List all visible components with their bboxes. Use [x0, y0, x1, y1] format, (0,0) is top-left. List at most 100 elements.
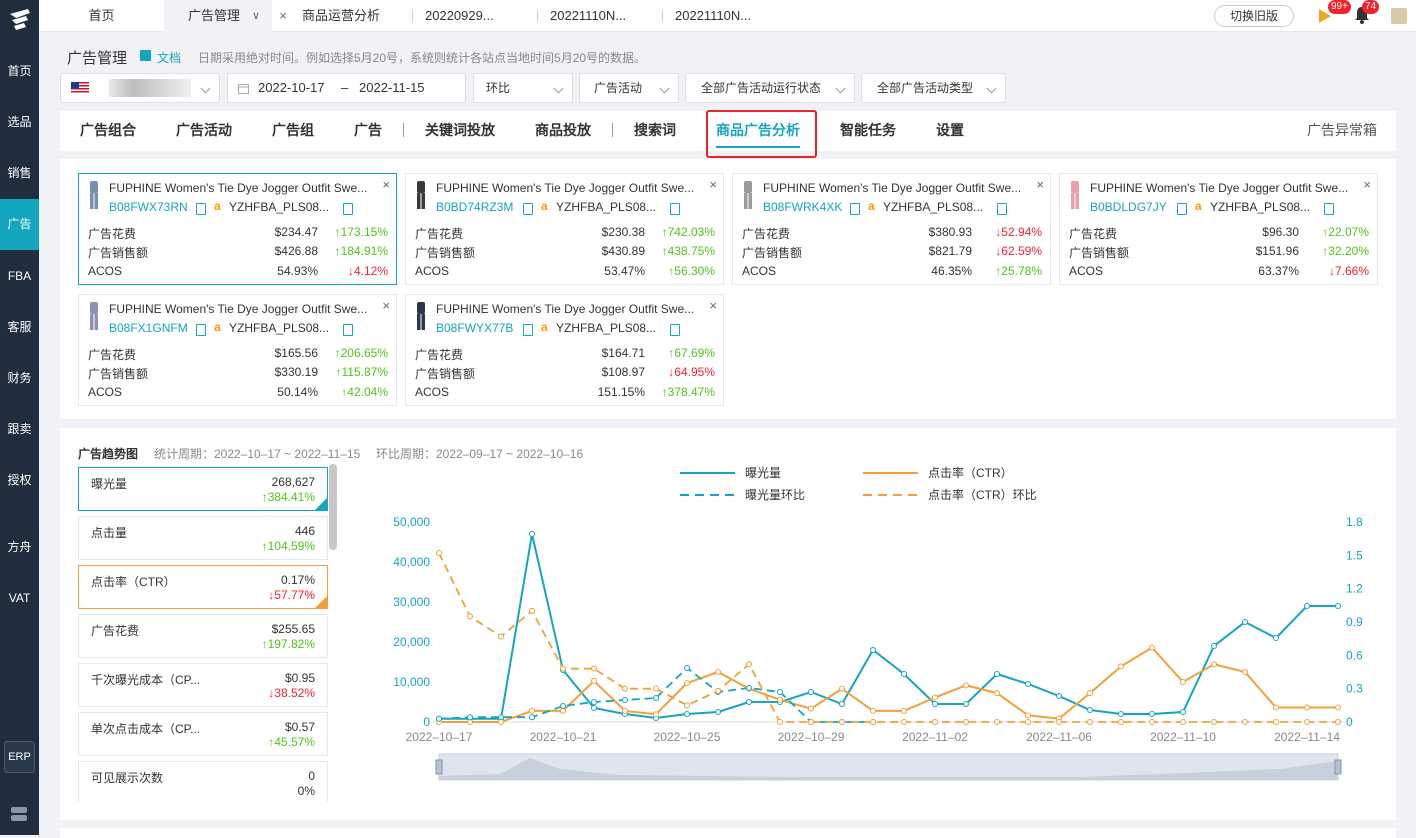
metric-change: ↓4.12%	[347, 264, 388, 278]
close-icon[interactable]: ×	[382, 177, 390, 192]
nav-ad-group[interactable]: 广告组	[272, 111, 314, 151]
metric-list-scrollbar[interactable]	[329, 464, 337, 550]
status-select[interactable]: 全部广告活动运行状态	[685, 73, 855, 103]
date-range-picker[interactable]: 2022-10-17 – 2022-11-15	[227, 73, 466, 103]
sidebar-item-ads[interactable]: 广告	[0, 199, 39, 250]
sidebar-item-sales[interactable]: 销售	[0, 148, 39, 199]
nav-ad[interactable]: 广告	[354, 111, 382, 151]
nav-portfolio[interactable]: 广告组合	[80, 111, 136, 151]
sidebar-item-selection[interactable]: 选品	[0, 97, 39, 148]
product-title[interactable]: FUPHINE Women's Tie Dye Jogger Outfit Sw…	[436, 181, 708, 195]
close-icon[interactable]: ×	[709, 177, 717, 192]
doc-link[interactable]: 文档	[157, 49, 181, 66]
nav-settings[interactable]: 设置	[936, 111, 964, 151]
ad-anomaly-box-link[interactable]: 广告异常箱	[1307, 111, 1377, 151]
sidebar-item-home[interactable]: 首页	[0, 46, 39, 97]
copy-icon[interactable]	[343, 324, 353, 336]
switch-old-version-button[interactable]: 切换旧版	[1214, 5, 1294, 27]
sidebar-item-authorization[interactable]: 授权	[0, 455, 39, 506]
copy-icon[interactable]	[196, 203, 206, 215]
asin-link[interactable]: B08FWX73RN	[109, 200, 188, 214]
sidebar-item-finance[interactable]: 财务	[0, 353, 39, 404]
nav-keyword-targeting[interactable]: 关键词投放	[425, 111, 495, 151]
copy-icon[interactable]	[196, 324, 206, 336]
data-point	[839, 701, 845, 707]
product-title[interactable]: FUPHINE Women's Tie Dye Jogger Outfit Sw…	[109, 181, 381, 195]
nav-smart-tasks[interactable]: 智能任务	[840, 111, 896, 151]
asin-link[interactable]: B08FWRK4XK	[763, 200, 842, 214]
asin-link[interactable]: B0BDLDG7JY	[1090, 200, 1167, 214]
avatar[interactable]	[1391, 8, 1407, 24]
sidebar-item-ark[interactable]: 方舟	[0, 522, 39, 573]
close-icon[interactable]: ×	[272, 0, 294, 32]
tab-report-1[interactable]: 20220929...	[425, 0, 535, 32]
close-icon[interactable]: ×	[1036, 177, 1044, 192]
metric-card[interactable]: 广告花费 $255.65 ↑197.82%	[78, 614, 328, 658]
asin-link[interactable]: B08FX1GNFM	[109, 321, 188, 335]
database-icon[interactable]	[10, 806, 28, 822]
data-point	[746, 685, 752, 691]
x-tick-label: 2022–10–17	[406, 730, 473, 744]
metric-card[interactable]: 千次曝光成本（CP... $0.95 ↓38.52%	[78, 663, 328, 707]
copy-icon[interactable]	[523, 324, 533, 336]
metric-card[interactable]: 点击率（CTR） 0.17% ↓57.77%	[78, 565, 328, 609]
tab-product-analysis[interactable]: 商品运营分析	[302, 0, 412, 32]
copy-icon[interactable]	[670, 203, 680, 215]
copy-icon[interactable]	[1177, 203, 1187, 215]
asin-link[interactable]: B0BD74RZ3M	[436, 200, 513, 214]
chevron-down-icon	[659, 83, 670, 94]
marketplace-select[interactable]	[60, 73, 220, 103]
erp-button[interactable]: ERP	[4, 741, 35, 773]
product-card[interactable]: FUPHINE Women's Tie Dye Jogger Outfit Sw…	[405, 173, 724, 285]
copy-icon[interactable]	[343, 203, 353, 215]
data-point	[684, 711, 690, 717]
nav-search-terms[interactable]: 搜索词	[634, 111, 676, 151]
activity-select[interactable]: 广告活动	[579, 73, 679, 103]
tab-ad-management[interactable]: 广告管理 ∨	[164, 0, 272, 32]
copy-icon[interactable]	[850, 203, 860, 215]
metric-list: 曝光量 268,627 ↑384.41% 点击量 446 ↑104.59% 点击率（CTR）…	[78, 467, 330, 802]
copy-icon[interactable]	[670, 324, 680, 336]
copy-icon[interactable]	[997, 203, 1007, 215]
compare-select[interactable]: 环比	[473, 73, 573, 103]
tab-report-3[interactable]: 20221110N...	[675, 0, 785, 32]
metric-value: $380.93	[928, 225, 972, 239]
product-title[interactable]: FUPHINE Women's Tie Dye Jogger Outfit Sw…	[109, 302, 381, 316]
chevron-down-icon[interactable]: ∨	[252, 0, 260, 32]
copy-icon[interactable]	[1324, 203, 1334, 215]
nav-campaign[interactable]: 广告活动	[176, 111, 232, 151]
product-title[interactable]: FUPHINE Women's Tie Dye Jogger Outfit Sw…	[763, 181, 1035, 195]
nav-product-targeting[interactable]: 商品投放	[535, 111, 591, 151]
sidebar-item-follow-sell[interactable]: 跟卖	[0, 404, 39, 455]
start-date: 2022-10-17	[258, 80, 325, 95]
sidebar-item-fba[interactable]: FBA	[0, 251, 39, 302]
sidebar-item-vat[interactable]: VAT	[0, 573, 39, 624]
product-card[interactable]: FUPHINE Women's Tie Dye Jogger Outfit Sw…	[78, 294, 397, 406]
sidebar-item-service[interactable]: 客服	[0, 302, 39, 353]
us-flag-icon	[71, 82, 89, 94]
product-title[interactable]: FUPHINE Women's Tie Dye Jogger Outfit Sw…	[1090, 181, 1362, 195]
y-right-tick-label: 0.3	[1346, 682, 1363, 696]
tab-home[interactable]: 首页	[39, 0, 164, 32]
metric-card[interactable]: 点击量 446 ↑104.59%	[78, 516, 328, 560]
product-card[interactable]: FUPHINE Women's Tie Dye Jogger Outfit Sw…	[78, 173, 397, 285]
metric-card[interactable]: 可见展示次数 0 0%	[78, 761, 328, 802]
close-icon[interactable]: ×	[709, 298, 717, 313]
data-point	[591, 677, 597, 684]
product-title[interactable]: FUPHINE Women's Tie Dye Jogger Outfit Sw…	[436, 302, 708, 316]
asin-link[interactable]: B08FWYX77B	[436, 321, 513, 335]
product-card[interactable]: FUPHINE Women's Tie Dye Jogger Outfit Sw…	[732, 173, 1051, 285]
data-point	[467, 613, 473, 620]
product-card[interactable]: FUPHINE Women's Tie Dye Jogger Outfit Sw…	[405, 294, 724, 406]
type-select[interactable]: 全部广告活动类型	[861, 73, 1006, 103]
chevron-down-icon	[986, 83, 997, 94]
metric-card[interactable]: 单次点击成本（CP... $0.57 ↑45.57%	[78, 712, 328, 756]
close-icon[interactable]: ×	[382, 298, 390, 313]
close-icon[interactable]: ×	[1363, 177, 1371, 192]
metric-sales: 广告销售额 $330.19 ↑115.87%	[88, 365, 388, 381]
tab-report-2[interactable]: 20221110N...	[550, 0, 660, 32]
copy-icon[interactable]	[523, 203, 533, 215]
product-card[interactable]: FUPHINE Women's Tie Dye Jogger Outfit Sw…	[1059, 173, 1378, 285]
app-logo-icon[interactable]	[6, 6, 34, 34]
metric-card[interactable]: 曝光量 268,627 ↑384.41%	[78, 467, 328, 511]
